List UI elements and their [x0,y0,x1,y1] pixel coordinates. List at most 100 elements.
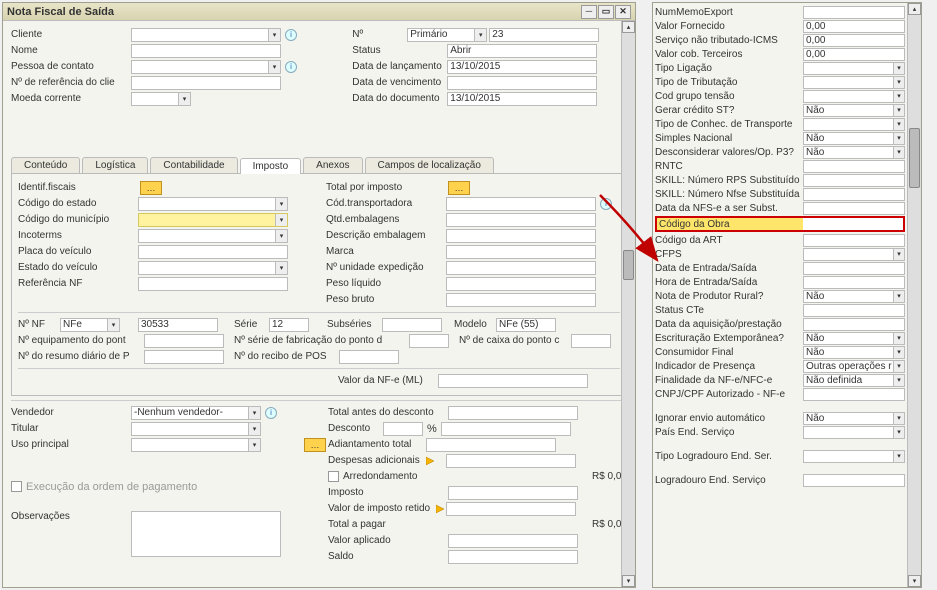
right-panel-field[interactable]: Não▾ [803,346,905,359]
right-panel-field[interactable]: 0,00 [803,34,905,47]
caixa-field[interactable] [571,334,611,348]
status-field[interactable]: Abrir [447,44,597,58]
chevron-down-icon[interactable]: ▾ [275,214,287,226]
chevron-down-icon[interactable]: ▾ [107,319,119,331]
right-panel-field[interactable]: Não▾ [803,146,905,159]
pessoa-contato-field[interactable]: ▾ [131,60,281,74]
data-lanc-field[interactable]: 13/10/2015 [447,60,597,74]
drill-arrow-icon[interactable] [426,456,436,466]
titular-field[interactable]: ▾ [131,422,261,436]
info-icon[interactable]: i [285,61,297,73]
qtd-emb-field[interactable] [446,213,596,227]
chevron-down-icon[interactable]: ▾ [893,77,904,88]
tab-campos-localizacao[interactable]: Campos de localização [365,157,494,173]
chevron-down-icon[interactable]: ▾ [248,439,260,451]
desp-field[interactable] [446,454,576,468]
right-panel-field[interactable]: ▾ [803,248,905,261]
serie-n-field[interactable]: 12 [269,318,309,332]
valor-ml-field[interactable] [438,374,588,388]
tab-anexos[interactable]: Anexos [303,157,362,173]
placa-field[interactable] [138,245,288,259]
right-panel-field[interactable]: 0,00 [803,48,905,61]
vendedor-field[interactable]: -Nenhum vendedor-▾ [131,406,261,420]
chevron-down-icon[interactable]: ▾ [248,407,260,419]
equip-field[interactable] [144,334,224,348]
right-panel-field[interactable]: ▾ [803,450,905,463]
chevron-down-icon[interactable]: ▾ [893,105,904,116]
right-panel-field[interactable] [803,234,905,247]
desconto-pct-field[interactable] [383,422,423,436]
chevron-down-icon[interactable]: ▾ [893,147,904,158]
modelo-field[interactable]: NFe (55) [496,318,556,332]
main-scrollbar[interactable]: ▴ ▾ [621,21,635,587]
chevron-down-icon[interactable]: ▾ [893,249,904,260]
chevron-down-icon[interactable]: ▾ [474,29,486,41]
scroll-thumb[interactable] [623,250,634,280]
chevron-down-icon[interactable]: ▾ [275,230,287,242]
scroll-up-button[interactable]: ▴ [908,3,921,15]
chevron-down-icon[interactable]: ▾ [893,427,904,438]
right-panel-field[interactable]: Não▾ [803,290,905,303]
tab-imposto[interactable]: Imposto [240,158,302,174]
estado-veic-field[interactable]: ▾ [138,261,288,275]
right-panel-field[interactable] [803,174,905,187]
right-panel-field[interactable]: ▾ [803,76,905,89]
subseries-field[interactable] [382,318,442,332]
total-antes-field[interactable] [448,406,578,420]
serie-fab-field[interactable] [409,334,449,348]
cod-transp-field[interactable] [446,197,596,211]
minimize-button[interactable]: ─ [581,5,597,19]
valor-aplic-field[interactable] [448,534,578,548]
right-panel-field[interactable] [803,474,905,487]
num-unid-field[interactable] [446,261,596,275]
resumo-field[interactable] [144,350,224,364]
tab-logistica[interactable]: Logística [82,157,148,173]
tab-contabilidade[interactable]: Contabilidade [150,157,237,173]
peso-liq-field[interactable] [446,277,596,291]
saldo-field[interactable] [448,550,578,564]
imposto-field[interactable] [448,486,578,500]
identif-button[interactable]: … [140,181,162,195]
num-ref-field[interactable] [131,76,281,90]
num-value-field[interactable]: 23 [489,28,599,42]
exec-ordem-checkbox[interactable] [11,481,22,492]
chevron-down-icon[interactable]: ▾ [893,333,904,344]
chevron-down-icon[interactable]: ▾ [275,262,287,274]
chevron-down-icon[interactable]: ▾ [268,29,280,41]
desconto-val-field[interactable] [441,422,571,436]
chevron-down-icon[interactable]: ▾ [893,347,904,358]
scroll-track[interactable] [622,34,635,574]
nome-field[interactable] [131,44,281,58]
scroll-down-button[interactable]: ▾ [622,575,635,587]
right-panel-field[interactable] [803,188,905,201]
right-panel-field[interactable] [803,202,905,215]
right-panel-field[interactable] [803,276,905,289]
chevron-down-icon[interactable]: ▾ [893,413,904,424]
data-doc-field[interactable]: 13/10/2015 [447,92,597,106]
nfe-field[interactable]: NFe▾ [60,318,120,332]
obs-field[interactable] [131,511,281,557]
tab-conteudo[interactable]: Conteúdo [11,157,80,173]
right-panel-field[interactable]: 0,00 [803,20,905,33]
ref-nf-field[interactable] [138,277,288,291]
valor-retido-field[interactable] [446,502,576,516]
right-panel-field[interactable] [803,304,905,317]
drill-arrow-icon[interactable] [436,504,446,514]
chevron-down-icon[interactable]: ▾ [893,375,904,386]
moeda-field[interactable]: ▾ [131,92,191,106]
serie-val-field[interactable]: 30533 [138,318,218,332]
right-panel-field[interactable]: Não▾ [803,104,905,117]
chevron-down-icon[interactable]: ▾ [893,451,904,462]
scroll-thumb[interactable] [909,128,920,188]
maximize-button[interactable]: ▭ [598,5,614,19]
right-panel-field[interactable] [803,388,905,401]
right-panel-field[interactable] [803,6,905,19]
right-panel-field[interactable]: Não▾ [803,332,905,345]
primario-field[interactable]: Primário▾ [407,28,487,42]
right-panel-field[interactable]: ▾ [803,62,905,75]
right-panel-field[interactable]: Outras operações r▾ [803,360,905,373]
cod-estado-field[interactable]: ▾ [138,197,288,211]
chevron-down-icon[interactable]: ▾ [893,361,904,372]
adiant-field[interactable] [426,438,556,452]
chevron-down-icon[interactable]: ▾ [178,93,190,105]
